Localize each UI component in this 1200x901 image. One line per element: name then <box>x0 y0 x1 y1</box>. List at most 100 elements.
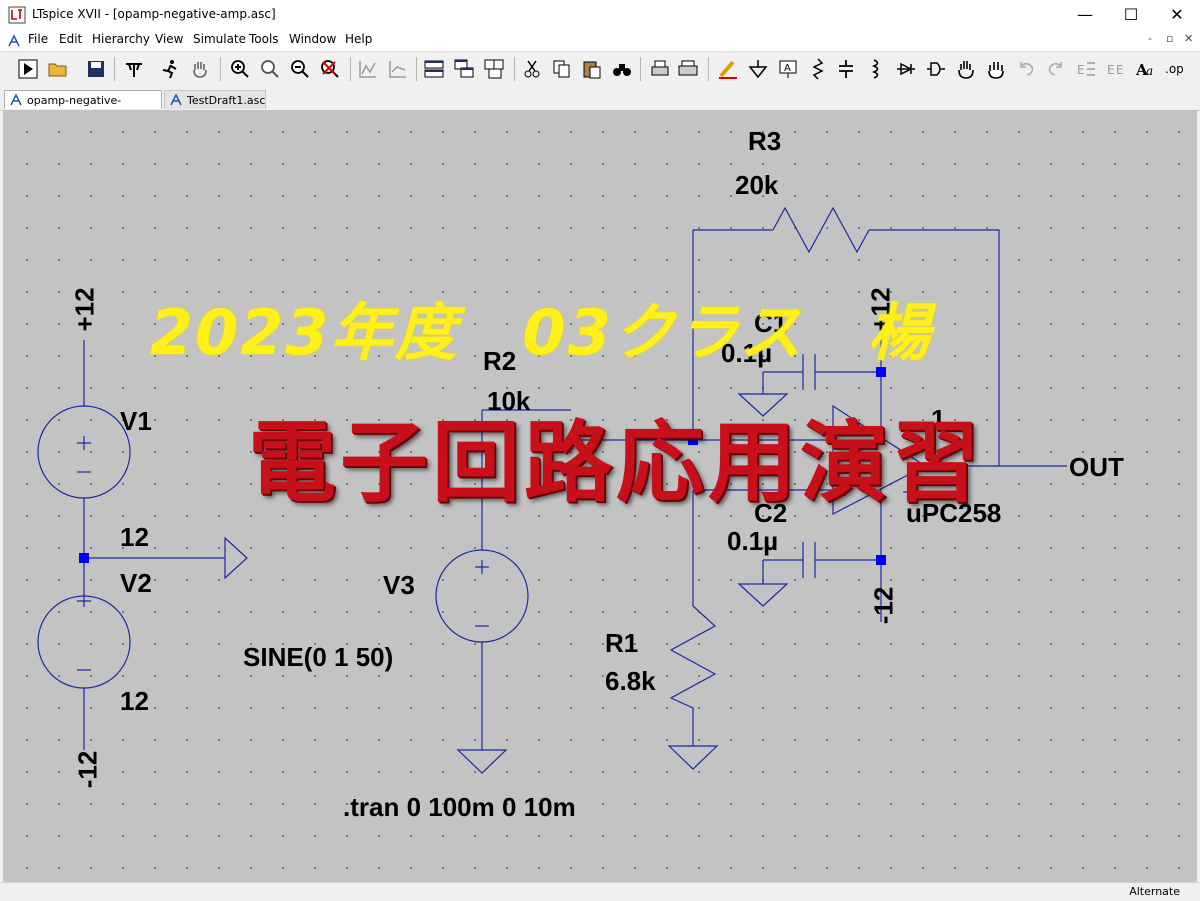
menu-file[interactable]: File <box>28 32 48 46</box>
spice-directive-icon[interactable]: .op <box>1164 57 1188 81</box>
menu-help[interactable]: Help <box>345 32 372 46</box>
plus12-left-label: +12 <box>69 287 100 332</box>
menu-edit[interactable]: Edit <box>59 32 82 46</box>
mirror-icon[interactable]: EE <box>1104 57 1128 81</box>
svg-text:a: a <box>1146 64 1153 78</box>
copy-icon[interactable] <box>550 57 574 81</box>
menu-bar: File Edit Hierarchy View Simulate Tools … <box>0 30 1200 51</box>
svg-text:E: E <box>1116 63 1124 77</box>
document-icon[interactable] <box>6 33 22 49</box>
title-bar: LTspice XVII - [opamp-negative-amp.asc] … <box>0 0 1200 31</box>
ground-icon[interactable] <box>746 57 770 81</box>
overlay-course-title: 電子回路応用演習 <box>248 410 985 514</box>
r3-name: R3 <box>748 126 782 156</box>
spice-directive[interactable]: .tran 0 100m 0 10m <box>343 792 576 823</box>
run-icon[interactable] <box>16 57 40 81</box>
tab-opamp-negative-amp[interactable]: opamp-negative-amp.asc <box>4 90 162 126</box>
junction-node <box>876 555 886 565</box>
autorange-icon[interactable] <box>356 57 380 81</box>
zoom-pan-icon[interactable] <box>258 57 282 81</box>
r1-value: 6.8k <box>605 666 656 696</box>
status-mode: Alternate <box>1129 885 1180 898</box>
control-panel-icon[interactable] <box>122 57 146 81</box>
find-icon[interactable] <box>610 57 634 81</box>
draw-wire-icon[interactable] <box>716 57 740 81</box>
menu-view[interactable]: View <box>155 32 183 46</box>
status-bar: Alternate <box>0 882 1200 901</box>
v2-source[interactable] <box>37 595 131 689</box>
v3-name: V3 <box>383 570 415 600</box>
junction-node <box>79 553 89 563</box>
tile-horizontal-icon[interactable] <box>422 57 446 81</box>
inductor-icon[interactable] <box>864 57 888 81</box>
tab-testdraft1[interactable]: TestDraft1.asc <box>164 90 266 109</box>
v1-value: 12 <box>120 522 149 552</box>
v3-plus-sign <box>475 560 489 574</box>
cascade-icon[interactable] <box>452 57 476 81</box>
menu-window[interactable]: Window <box>289 32 336 46</box>
svg-text:A: A <box>784 63 791 74</box>
undo-icon[interactable] <box>1014 57 1038 81</box>
menu-simulate[interactable]: Simulate <box>193 32 246 46</box>
overlay-class-text: 2023年度 03クラス 楊 <box>150 296 932 369</box>
close-icon[interactable]: ✕ <box>1154 0 1200 30</box>
print-icon[interactable] <box>648 57 672 81</box>
menu-tools[interactable]: Tools <box>249 32 279 46</box>
v1-plus-sign <box>77 436 91 450</box>
zoom-in-icon[interactable] <box>228 57 252 81</box>
resistor-r1[interactable] <box>669 605 717 746</box>
resistor-icon[interactable] <box>806 57 830 81</box>
minus12-left-label: -12 <box>72 750 103 789</box>
save-icon[interactable] <box>84 57 108 81</box>
open-icon[interactable] <box>46 57 70 81</box>
mdi-restore-button[interactable]: ▫ <box>1166 32 1173 45</box>
print-setup-icon[interactable] <box>676 57 700 81</box>
toolbar: A E EE Aa .op <box>0 51 1200 89</box>
tab-label: TestDraft1.asc <box>187 94 266 107</box>
v2-value: 12 <box>120 686 149 716</box>
text-icon[interactable]: Aa <box>1134 57 1158 81</box>
svg-text:.op: .op <box>1165 62 1184 76</box>
mdi-minimize-button[interactable]: - <box>1148 32 1152 45</box>
menu-hierarchy[interactable]: Hierarchy <box>92 32 150 46</box>
autorange-2-icon[interactable] <box>386 57 410 81</box>
zoom-fit-icon[interactable] <box>318 57 342 81</box>
pan-icon[interactable] <box>188 57 212 81</box>
label-net-icon[interactable]: A <box>776 57 800 81</box>
document-tabs: opamp-negative-amp.asc TestDraft1.asc <box>0 88 1200 126</box>
diode-icon[interactable] <box>894 57 918 81</box>
schematic-icon <box>170 93 182 106</box>
component-icon[interactable] <box>924 57 948 81</box>
cut-icon[interactable] <box>520 57 544 81</box>
tile-icon[interactable] <box>482 57 506 81</box>
capacitor-c2[interactable] <box>802 542 816 578</box>
ground-c2 <box>737 583 789 607</box>
move-icon[interactable] <box>954 57 978 81</box>
c2-value: 0.1µ <box>727 526 779 556</box>
mdi-close-button[interactable]: ✕ <box>1184 32 1193 45</box>
v3-value: SINE(0 1 50) <box>243 642 394 672</box>
ground-r1 <box>667 745 719 770</box>
window-title: LTspice XVII - [opamp-negative-amp.asc] <box>32 7 276 21</box>
svg-text:E: E <box>1077 63 1085 77</box>
r1-name: R1 <box>605 628 639 658</box>
zoom-out-icon[interactable] <box>288 57 312 81</box>
ground-v3 <box>456 749 508 774</box>
maximize-icon[interactable]: ☐ <box>1108 0 1154 30</box>
paste-icon[interactable] <box>580 57 604 81</box>
r3-value: 20k <box>735 170 779 200</box>
v1-source[interactable] <box>37 405 131 499</box>
capacitor-icon[interactable] <box>834 57 858 81</box>
halt-icon[interactable] <box>158 57 182 81</box>
minus12-right-label: -12 <box>868 586 899 625</box>
v2-name: V2 <box>120 568 152 598</box>
resistor-r3[interactable] <box>772 206 870 254</box>
redo-icon[interactable] <box>1044 57 1068 81</box>
rotate-icon[interactable]: E <box>1074 57 1098 81</box>
drag-icon[interactable] <box>984 57 1008 81</box>
minimize-icon[interactable]: — <box>1062 0 1108 30</box>
v1-name: V1 <box>120 406 152 436</box>
out-net-label: OUT <box>1069 452 1124 482</box>
schematic-icon <box>10 93 22 106</box>
net-flag-12 <box>224 536 248 580</box>
